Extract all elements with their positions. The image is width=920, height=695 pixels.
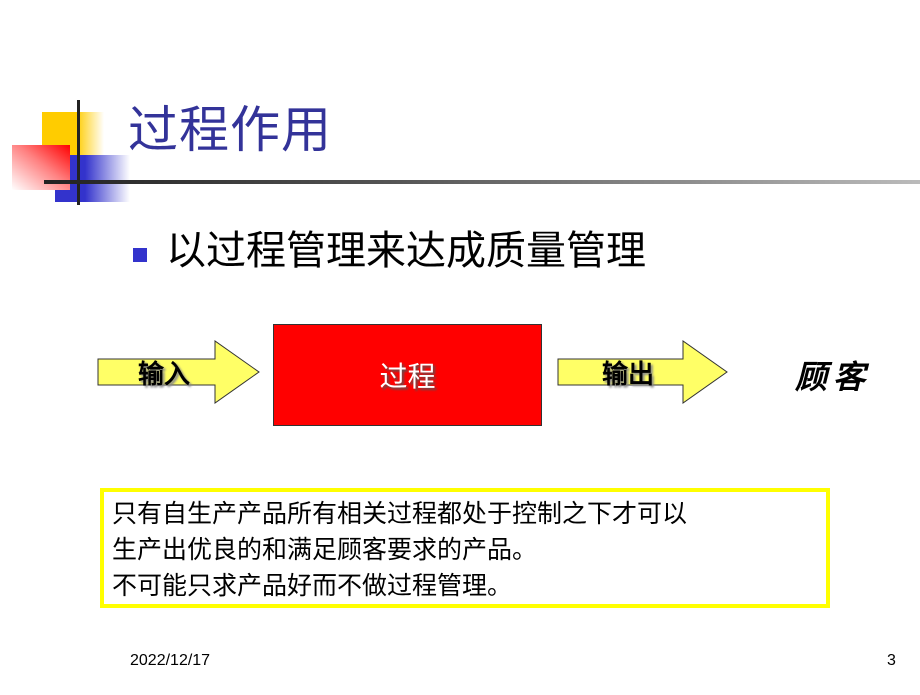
process-label: 过程 bbox=[379, 360, 436, 393]
customer-label: 顾客 bbox=[795, 358, 872, 396]
note-line: 不可能只求产品好而不做过程管理。 bbox=[112, 571, 513, 600]
bullet-text: 以过程管理来达成质量管理 bbox=[166, 228, 646, 274]
decor-vertical-line bbox=[77, 100, 80, 205]
note-line: 生产出优良的和满足顾客要求的产品。 bbox=[112, 535, 538, 564]
page-number: 3 bbox=[887, 652, 896, 669]
process-box: 过程 bbox=[273, 324, 542, 426]
note-box: 只有自生产产品所有相关过程都处于控制之下才可以 生产出优良的和满足顾客要求的产品… bbox=[100, 488, 830, 608]
output-label: 输出 bbox=[602, 360, 655, 390]
note-line: 只有自生产产品所有相关过程都处于控制之下才可以 bbox=[112, 499, 688, 528]
bullet-square-icon bbox=[133, 248, 147, 262]
slide-title: 过程作用 bbox=[128, 101, 332, 159]
input-label: 输入 bbox=[138, 360, 191, 390]
footer-date: 2022/12/17 bbox=[130, 652, 211, 669]
title-underline bbox=[44, 180, 920, 184]
